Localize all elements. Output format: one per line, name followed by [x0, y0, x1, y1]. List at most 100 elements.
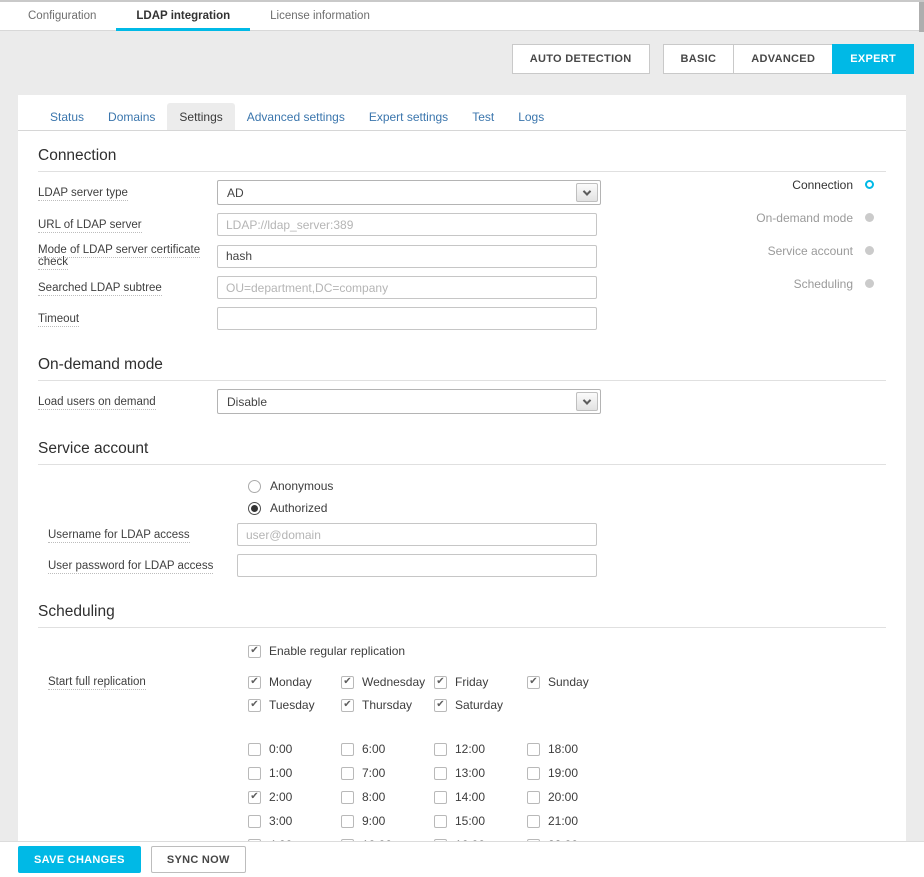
grid-cell-sunday: ✔ Sunday	[527, 675, 620, 689]
21-00-checkbox-label[interactable]: 21:00	[548, 814, 578, 828]
saturday-checkbox-label[interactable]: Saturday	[455, 698, 503, 712]
subtab-expert-settings[interactable]: Expert settings	[357, 103, 460, 130]
7-00-checkbox-label[interactable]: 7:00	[362, 766, 385, 780]
section-nav-scheduling[interactable]: Scheduling	[756, 277, 876, 290]
sunday-checkbox-label[interactable]: Sunday	[548, 675, 589, 689]
subtab-status[interactable]: Status	[38, 103, 96, 130]
subtab-advanced-settings[interactable]: Advanced settings	[235, 103, 357, 130]
1-00-checkbox-label[interactable]: 1:00	[269, 766, 292, 780]
checkbox-12-00[interactable]	[434, 743, 447, 756]
checkbox-6-00[interactable]	[341, 743, 354, 756]
checkbox-20-00[interactable]	[527, 791, 540, 804]
searched-ldap-subtree-input[interactable]	[217, 276, 597, 299]
checkbox-3-00[interactable]	[248, 815, 261, 828]
checkbox-monday[interactable]: ✔	[248, 676, 261, 689]
checkbox-wednesday[interactable]: ✔	[341, 676, 354, 689]
url-of-ldap-server-input[interactable]	[217, 213, 597, 236]
friday-checkbox-label[interactable]: Friday	[455, 675, 488, 689]
connection-nav-label: Connection	[792, 178, 853, 192]
enable-replication-row: ✔ Enable regular replication	[248, 644, 886, 658]
section-nav-on-demand-mode[interactable]: On-demand mode	[756, 211, 876, 224]
monday-checkbox-label[interactable]: Monday	[269, 675, 312, 689]
grid-cell-8-00: 8:00	[341, 790, 434, 804]
checkbox-1-00[interactable]	[248, 767, 261, 780]
checkbox-8-00[interactable]	[341, 791, 354, 804]
grid-cell-12-00: 12:00	[434, 742, 527, 756]
vertical-scrollbar-thumb[interactable]	[919, 2, 924, 32]
basic-button[interactable]: BASIC	[663, 44, 734, 74]
checkbox-sunday[interactable]: ✔	[527, 676, 540, 689]
18-00-checkbox-label[interactable]: 18:00	[548, 742, 578, 756]
enable-regular-replication-checkbox-label[interactable]: Enable regular replication	[269, 644, 405, 658]
window-top-edge	[0, 0, 924, 2]
checkbox-18-00[interactable]	[527, 743, 540, 756]
12-00-checkbox-label[interactable]: 12:00	[455, 742, 485, 756]
checkbox-thursday[interactable]: ✔	[341, 699, 354, 712]
0-00-checkbox-label[interactable]: 0:00	[269, 742, 292, 756]
save-changes-button[interactable]: SAVE CHANGES	[18, 846, 141, 873]
wednesday-checkbox-label[interactable]: Wednesday	[362, 675, 425, 689]
checkbox-13-00[interactable]	[434, 767, 447, 780]
2-00-checkbox-label[interactable]: 2:00	[269, 790, 292, 804]
tab-ldap-integration[interactable]: LDAP integration	[116, 2, 250, 30]
checkbox-7-00[interactable]	[341, 767, 354, 780]
footer-bar: SAVE CHANGES SYNC NOW	[0, 841, 924, 877]
14-00-checkbox-label[interactable]: 14:00	[455, 790, 485, 804]
authorized-radio-label[interactable]: Authorized	[270, 501, 327, 515]
checkbox-14-00[interactable]	[434, 791, 447, 804]
radio-authorized[interactable]	[248, 502, 261, 515]
20-00-checkbox-label[interactable]: 20:00	[548, 790, 578, 804]
checkbox-15-00[interactable]	[434, 815, 447, 828]
auto-detection-button[interactable]: AUTO DETECTION	[512, 44, 650, 74]
sync-now-button[interactable]: SYNC NOW	[151, 846, 246, 873]
tab-configuration[interactable]: Configuration	[8, 2, 116, 30]
chevron-down-icon	[576, 392, 598, 411]
time-checkbox-grid: 0:00 6:00 12:00 18:00 1:00 7:00 13:00 19:00 ✔ 2:0…	[248, 742, 620, 841]
9-00-checkbox-label[interactable]: 9:00	[362, 814, 385, 828]
username-for-ldap-access-input[interactable]	[237, 523, 597, 546]
checkbox-tuesday[interactable]: ✔	[248, 699, 261, 712]
grid-cell-2-00: ✔ 2:00	[248, 790, 341, 804]
checkbox-19-00[interactable]	[527, 767, 540, 780]
expert-button[interactable]: EXPERT	[832, 44, 914, 74]
section-nav-service-account[interactable]: Service account	[756, 244, 876, 257]
subtab-domains[interactable]: Domains	[96, 103, 167, 130]
3-00-checkbox-label[interactable]: 3:00	[269, 814, 292, 828]
13-00-checkbox-label[interactable]: 13:00	[455, 766, 485, 780]
mode-toolbar-buttons: AUTO DETECTION BASICADVANCEDEXPERT	[512, 44, 914, 74]
checkbox-9-00[interactable]	[341, 815, 354, 828]
grid-cell-13-00: 13:00	[434, 766, 527, 780]
section-dot-icon	[865, 279, 874, 288]
subtab-settings[interactable]: Settings	[167, 103, 234, 130]
6-00-checkbox-label[interactable]: 6:00	[362, 742, 385, 756]
username-for-ldap-access-label: Username for LDAP access	[48, 529, 237, 541]
checkbox-21-00[interactable]	[527, 815, 540, 828]
thursday-checkbox-label[interactable]: Thursday	[362, 698, 412, 712]
subtab-test[interactable]: Test	[460, 103, 506, 130]
user-password-for-ldap-access-input[interactable]	[237, 554, 597, 577]
start-full-replication-label: Start full replication	[48, 675, 248, 688]
tab-license-information[interactable]: License information	[250, 2, 390, 30]
radio-anonymous[interactable]	[248, 480, 261, 493]
anonymous-radio-label[interactable]: Anonymous	[270, 479, 333, 493]
mode-of-ldap-server-certificate-check-input[interactable]	[217, 245, 597, 268]
checkbox-saturday[interactable]: ✔	[434, 699, 447, 712]
section-title-scheduling: Scheduling	[38, 603, 886, 628]
checkbox-friday[interactable]: ✔	[434, 676, 447, 689]
15-00-checkbox-label[interactable]: 15:00	[455, 814, 485, 828]
grid-row: 0:00 6:00 12:00 18:00	[248, 742, 620, 756]
start-full-replication-row: Start full replication ✔ Monday ✔ Wednesday…	[38, 675, 886, 841]
advanced-button[interactable]: ADVANCED	[733, 44, 832, 74]
8-00-checkbox-label[interactable]: 8:00	[362, 790, 385, 804]
tuesday-checkbox-label[interactable]: Tuesday	[269, 698, 315, 712]
subtab-logs[interactable]: Logs	[506, 103, 556, 130]
section-nav-connection[interactable]: Connection	[756, 178, 876, 191]
form-row-user-password-for-ldap-access: User password for LDAP access	[38, 554, 886, 577]
19-00-checkbox-label[interactable]: 19:00	[548, 766, 578, 780]
load-users-on-demand-select[interactable]: Disable	[217, 389, 601, 414]
timeout-input[interactable]	[217, 307, 597, 330]
checkbox-2-00[interactable]: ✔	[248, 791, 261, 804]
ldap-server-type-select[interactable]: AD	[217, 180, 601, 205]
checkbox-0-00[interactable]	[248, 743, 261, 756]
checkbox-enable-regular-replication[interactable]: ✔	[248, 645, 261, 658]
